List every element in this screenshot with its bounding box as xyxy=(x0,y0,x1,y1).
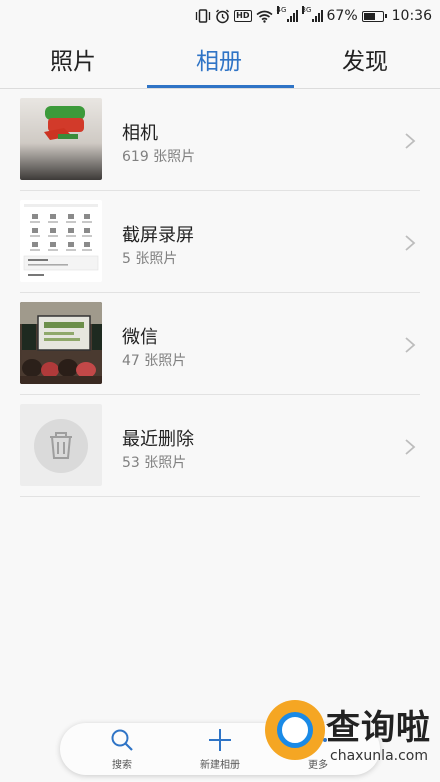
chevron-right-icon xyxy=(405,439,416,455)
wifi-icon xyxy=(256,10,273,23)
watermark-logo: 查询啦 chaxunla.com xyxy=(262,690,440,782)
watermark-title: 查询啦 xyxy=(326,708,431,748)
status-time: 10:36 xyxy=(391,8,432,24)
album-count: 53 张照片 xyxy=(122,455,187,471)
tab-bar: 照片 相册 发现 xyxy=(0,32,440,89)
search-icon xyxy=(111,729,133,751)
album-name: 微信 xyxy=(122,327,158,348)
album-thumbnail xyxy=(20,302,102,384)
tab-albums[interactable]: 相册 xyxy=(196,42,242,76)
battery-icon xyxy=(361,10,387,22)
vibrate-icon xyxy=(196,9,211,23)
search-label: 搜索 xyxy=(112,760,132,771)
album-recently-deleted[interactable]: 最近删除 53 张照片 xyxy=(0,395,440,497)
album-camera[interactable]: 相机 619 张照片 xyxy=(0,89,440,191)
album-thumbnail xyxy=(20,98,102,180)
album-thumbnail xyxy=(20,200,102,282)
album-count: 619 张照片 xyxy=(122,149,196,165)
watermark-emblem-icon xyxy=(265,700,325,760)
status-bar: HD 4G 3G 67% 10:36 xyxy=(0,0,440,32)
album-wechat[interactable]: 微信 47 张照片 xyxy=(0,293,440,395)
album-count: 47 张照片 xyxy=(122,353,187,369)
chevron-right-icon xyxy=(405,133,416,149)
album-screenshots[interactable]: 截屏录屏 5 张照片 xyxy=(0,191,440,293)
album-name: 截屏录屏 xyxy=(122,225,194,246)
chevron-right-icon xyxy=(405,337,416,353)
status-icons: HD 4G 3G 67% 10:36 xyxy=(195,6,432,26)
divider xyxy=(20,496,420,497)
hd-icon: HD xyxy=(234,10,252,22)
album-name: 相机 xyxy=(122,123,158,144)
new-album-button[interactable]: 新建相册 xyxy=(180,727,260,771)
album-name: 最近删除 xyxy=(122,429,194,450)
signal-icon: 3G xyxy=(301,6,323,22)
active-tab-indicator xyxy=(147,85,294,88)
album-thumbnail xyxy=(20,404,102,486)
battery-percent: 67% xyxy=(326,8,358,24)
plus-icon xyxy=(209,729,231,751)
search-button[interactable]: 搜索 xyxy=(82,727,162,771)
signal-icon: 4G xyxy=(276,6,298,22)
album-count: 5 张照片 xyxy=(122,251,178,267)
tab-discover[interactable]: 发现 xyxy=(342,42,388,76)
chevron-right-icon xyxy=(405,235,416,251)
new-album-label: 新建相册 xyxy=(200,760,240,771)
tab-photos[interactable]: 照片 xyxy=(50,42,96,76)
album-list: 相机 619 张照片 截屏录屏 5 张照片 微信 47 张照片 最近删除 53 … xyxy=(0,89,440,497)
alarm-icon xyxy=(216,9,230,23)
watermark-url: chaxunla.com xyxy=(330,748,428,764)
